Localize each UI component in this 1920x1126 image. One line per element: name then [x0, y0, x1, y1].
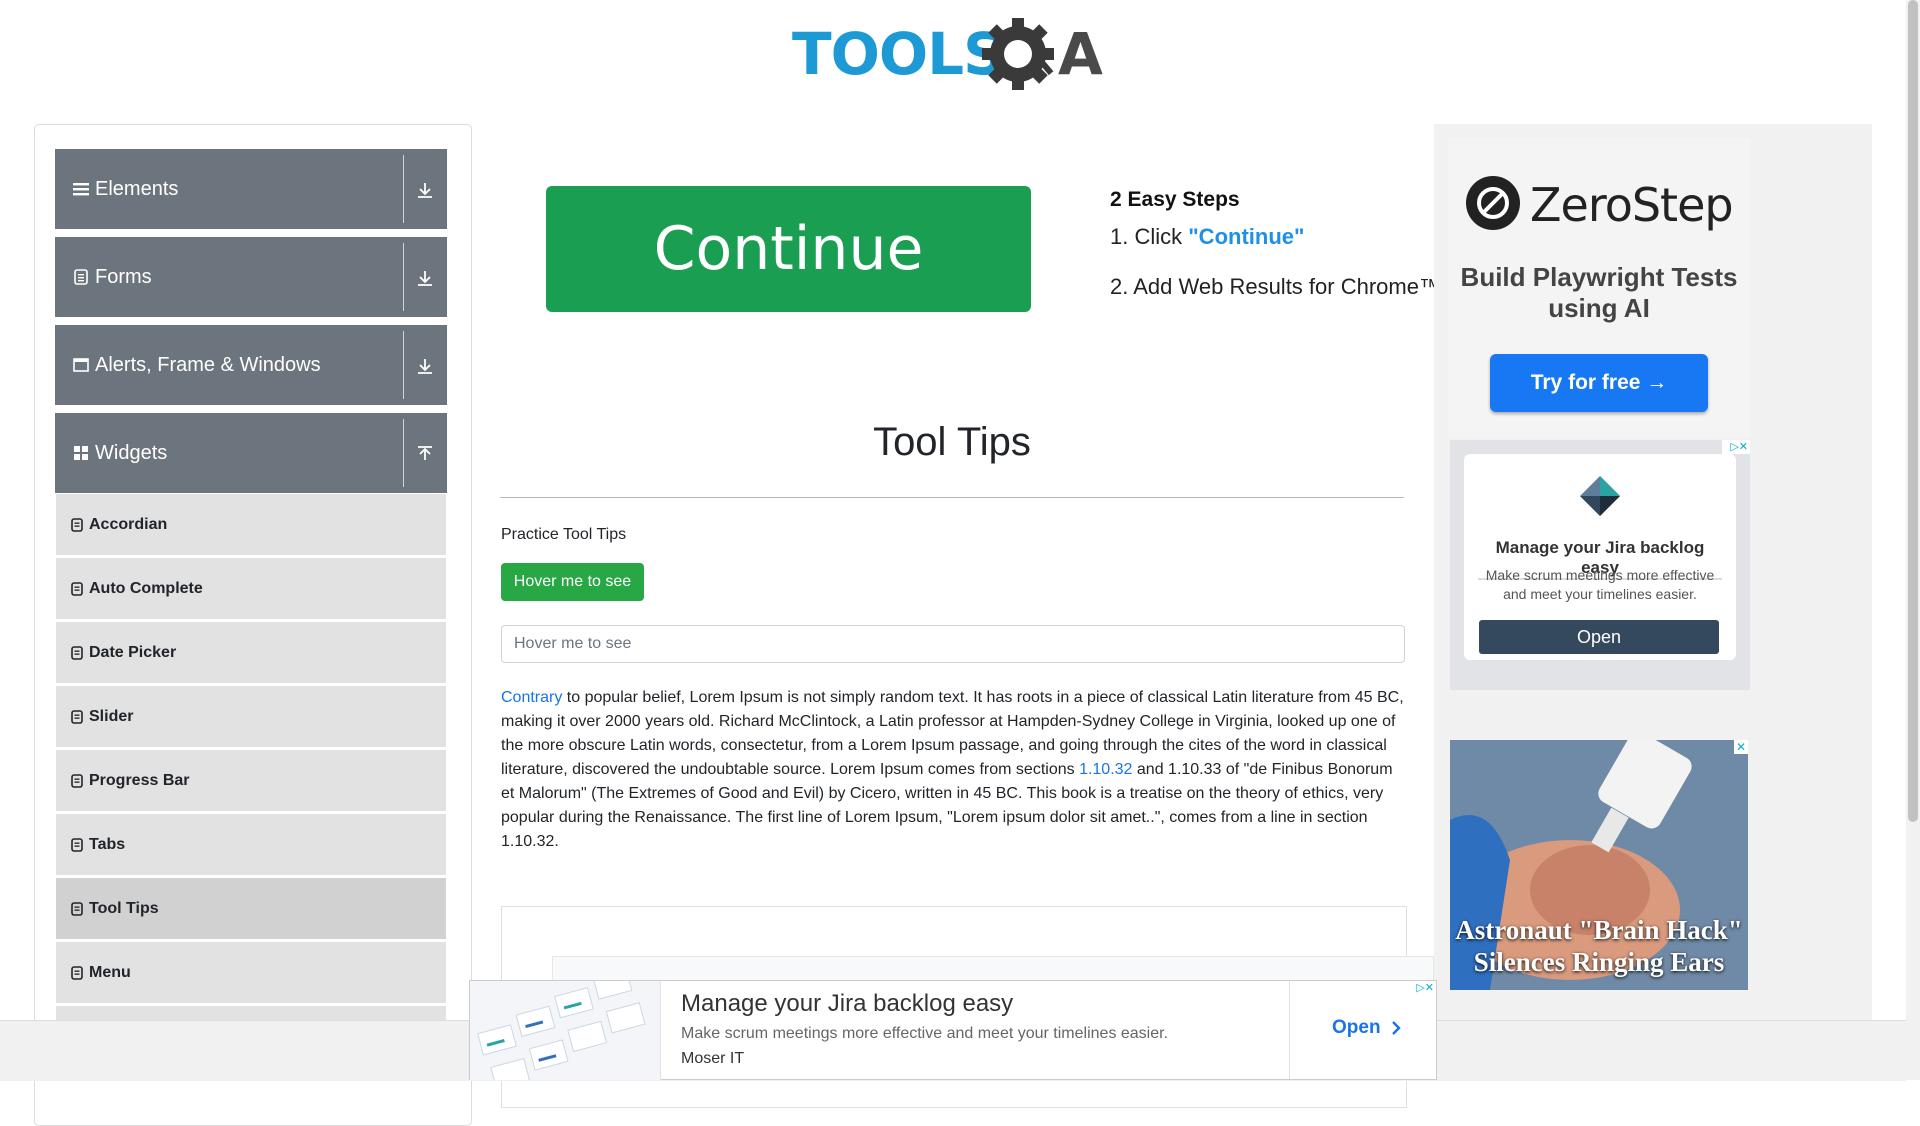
sidebar-item-auto-complete[interactable]: Auto Complete [56, 558, 446, 620]
ad-step-1-prefix: 1. Click [1110, 224, 1189, 249]
divider [403, 419, 404, 487]
bottom-ad-title: Manage your Jira backlog easy [681, 990, 1014, 1017]
list-item-icon [71, 901, 83, 916]
list-item-icon [71, 837, 83, 852]
contrary-link[interactable]: Contrary [501, 689, 562, 706]
logo-text-a: A [1058, 20, 1103, 88]
sidebar-item-label: Accordian [89, 515, 168, 533]
zerostep-brand: ZeroStep [1530, 178, 1734, 232]
sidebar-group-forms[interactable]: Forms [55, 237, 447, 317]
divider [403, 243, 404, 311]
sidebar-item-accordian[interactable]: Accordian [56, 494, 446, 556]
sidebar-item-label: Slider [89, 707, 134, 725]
logo-text-tools: TOOLS [792, 20, 1004, 88]
sidebar-group-widgets[interactable]: Widgets [55, 413, 447, 493]
sidebar-group-alerts[interactable]: Alerts, Frame & Windows [55, 325, 447, 405]
list-item-icon [71, 965, 83, 980]
section-link[interactable]: 1.10.32 [1079, 761, 1132, 778]
sidebar-item-menu[interactable]: Menu [56, 942, 446, 1004]
download-arrow-icon[interactable] [415, 356, 435, 376]
sidebar-group-label: Alerts, Frame & Windows [95, 353, 321, 376]
hover-tooltip-input[interactable] [501, 625, 1405, 663]
jira-open-button[interactable]: Open [1479, 620, 1719, 654]
bottom-ad-open-button[interactable]: Open [1332, 1017, 1403, 1039]
zerostep-logo-icon [1466, 176, 1520, 230]
practice-label: Practice Tool Tips [501, 526, 627, 543]
gear-icon [982, 18, 1054, 90]
ad-steps-title: 2 Easy Steps [1110, 188, 1240, 211]
list-item-icon [71, 709, 83, 724]
ad-choices-icon[interactable]: ▷✕ [1408, 981, 1436, 995]
list-item-icon [71, 645, 83, 660]
sidebar-group-label: Widgets [95, 441, 168, 464]
sidebar-item-slider[interactable]: Slider [56, 686, 446, 748]
title-divider [500, 497, 1404, 498]
sidebar-group-label: Elements [95, 177, 179, 200]
moser-logo-icon [1580, 476, 1620, 516]
chevron-right-icon [1391, 1021, 1401, 1035]
sidebar-item-tool-tips[interactable]: Tool Tips [56, 878, 446, 940]
jira-ad-description: Make scrum meetings more effective and m… [1485, 567, 1715, 602]
sidebar-group-elements[interactable]: Elements [55, 149, 447, 229]
window-icon [73, 357, 89, 373]
page-title: Tool Tips [873, 420, 1031, 464]
divider [403, 155, 404, 223]
sidebar-item-label: Date Picker [89, 643, 177, 661]
list-item-icon [71, 517, 83, 532]
list-item-icon [71, 581, 83, 596]
sidebar-item-progress-bar[interactable]: Progress Bar [56, 750, 446, 812]
sidebar-item-label: Tabs [89, 835, 126, 853]
sidebar-item-tabs[interactable]: Tabs [56, 814, 446, 876]
scrollbar-thumb[interactable] [1908, 0, 1918, 822]
ad-choices-icon[interactable]: ▷✕ [1722, 440, 1750, 454]
download-arrow-icon[interactable] [415, 180, 435, 200]
sidebar-item-date-picker[interactable]: Date Picker [56, 622, 446, 684]
sidebar-item-label: Menu [89, 963, 131, 981]
download-arrow-icon[interactable] [415, 268, 435, 288]
grid-icon [73, 445, 89, 461]
ad-step-1-highlight: "Continue" [1188, 224, 1305, 249]
zerostep-try-button[interactable]: Try for free → [1490, 354, 1708, 412]
sidebar-item-label: Tool Tips [89, 899, 159, 917]
lorem-paragraph: Contrary to popular belief, Lorem Ipsum … [501, 686, 1407, 854]
sidebar-item-label: Auto Complete [89, 579, 203, 597]
astronaut-ad-title: Astronaut "Brain Hack" Silences Ringing … [1455, 915, 1743, 977]
bottom-ad-open-label: Open [1332, 1017, 1381, 1038]
zerostep-tagline: Build Playwright Tests using AI [1460, 262, 1738, 323]
list-item-icon [71, 773, 83, 788]
bottom-ad-description: Make scrum meetings more effective and m… [681, 1025, 1169, 1042]
hamburger-icon [73, 181, 89, 197]
divider [1289, 981, 1290, 1079]
ad-step-2: 2. Add Web Results for Chrome™ [1110, 274, 1441, 299]
hover-tooltip-button[interactable]: Hover me to see [501, 563, 644, 601]
bottom-ad-brand: Moser IT [681, 1050, 745, 1067]
toolsqa-logo[interactable]: TOOLS A [790, 14, 1120, 92]
ad-continue-button[interactable]: Continue [546, 186, 1031, 312]
upload-arrow-icon[interactable] [415, 444, 435, 464]
close-icon[interactable]: ✕ [1734, 740, 1748, 754]
sidebar-group-label: Forms [95, 265, 152, 288]
ad-step-1: 1. Click "Continue" [1110, 224, 1304, 250]
sidebar-item-label: Progress Bar [89, 771, 190, 789]
bottom-ad-thumbnail [470, 981, 661, 1080]
divider [403, 331, 404, 399]
document-icon [73, 269, 89, 285]
